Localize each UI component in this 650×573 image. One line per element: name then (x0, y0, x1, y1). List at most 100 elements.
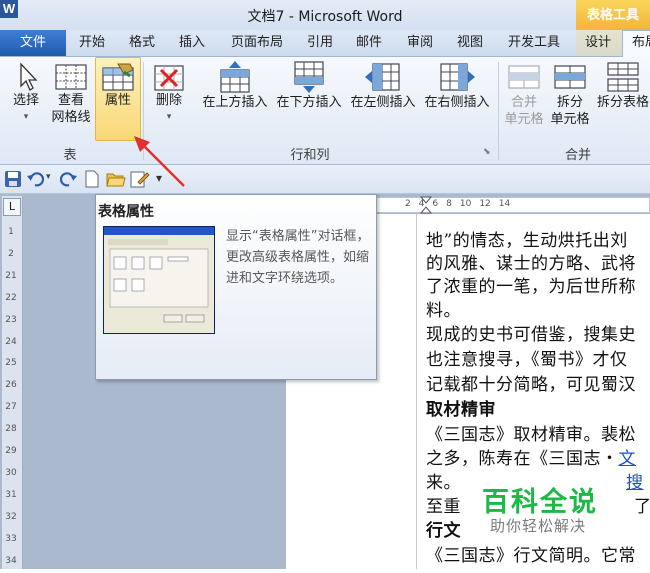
v-ruler-mark: 21 (5, 270, 17, 281)
h-ruler-mark: 2 (404, 199, 411, 209)
dropdown-arrow-icon: ▾ (23, 112, 29, 122)
v-ruler-mark: 2 (8, 248, 14, 259)
tab-file[interactable]: 文件 (0, 30, 66, 56)
gridlines-icon (55, 64, 87, 90)
tab-design[interactable]: 设计 (580, 30, 616, 56)
doc-heading: 行文 (426, 521, 461, 541)
split-cells-label-1: 拆分 (556, 95, 583, 110)
tab-references[interactable]: 引用 (298, 30, 342, 56)
view-gridlines-button[interactable]: 查看 网格线 (46, 60, 96, 126)
h-ruler-mark: 8 (446, 199, 452, 209)
doc-hyperlink[interactable]: 文 (619, 449, 637, 469)
insert-right-button[interactable]: 在右侧插入 (420, 60, 494, 111)
group-label-rows-columns: 行和列 (290, 148, 330, 163)
doc-line: 了浓重的一笔，为后世所称 (426, 277, 636, 297)
doc-line: 之多，陈寿在《三国志・文 (426, 444, 636, 469)
doc-line: 料。 (426, 301, 461, 321)
v-ruler-mark: 24 (5, 336, 17, 347)
v-ruler-mark: 32 (5, 511, 17, 522)
split-table-button[interactable]: 拆分表格 (593, 60, 650, 111)
select-button[interactable]: 选择 ▾ (6, 60, 46, 126)
vertical-ruler-marks: 1 2 21 22 23 24 25 26 27 28 29 30 31 32 … (5, 222, 17, 573)
tab-insert[interactable]: 插入 (172, 30, 212, 56)
tab-view[interactable]: 视图 (448, 30, 492, 56)
doc-line: 现成的史书可借鉴，搜集史 (426, 325, 636, 345)
insert-above-button[interactable]: 在上方插入 (198, 60, 272, 111)
table-properties-dialog-preview (103, 226, 215, 334)
v-ruler-mark: 33 (5, 533, 17, 544)
doc-text: 之多，陈寿在《三国志・ (426, 449, 619, 469)
split-cells-icon (554, 65, 586, 89)
tooltip-description: 显示“表格属性”对话框，更改高级表格属性，如缩进和文字环绕选项。 (226, 229, 370, 286)
insert-row-below-icon (294, 61, 324, 93)
v-ruler-mark: 26 (5, 380, 17, 391)
new-document-icon[interactable] (84, 170, 100, 188)
table-properties-icon (102, 63, 134, 91)
insert-column-left-icon (365, 63, 400, 91)
undo-icon[interactable] (26, 170, 44, 188)
ribbon-group-separator (498, 62, 499, 160)
dialog-preview-image (104, 227, 214, 323)
group-label-merge: 合并 (564, 148, 591, 163)
view-gridlines-label-1: 查看 (57, 93, 84, 108)
red-pointer-arrow-icon (134, 136, 185, 187)
split-cells-label-2: 单元格 (550, 112, 590, 127)
tab-selector[interactable]: L (3, 198, 21, 216)
table-tools-contextual-label: 表格工具 (576, 0, 650, 30)
insert-right-label: 在右侧插入 (424, 95, 490, 110)
tab-review[interactable]: 审阅 (398, 30, 442, 56)
merge-cells-label-2: 单元格 (504, 112, 544, 127)
doc-line: 了 (634, 497, 650, 517)
tab-developer[interactable]: 开发工具 (500, 30, 568, 56)
merge-cells-button[interactable]: 合并 单元格 (502, 60, 546, 128)
split-table-icon (607, 62, 639, 92)
group-label-table: 表 (63, 148, 77, 163)
doc-hyperlink[interactable]: 搜 (626, 468, 644, 493)
insert-left-button[interactable]: 在左侧插入 (346, 60, 420, 111)
cursor-arrow-icon (20, 62, 38, 91)
properties-button[interactable]: 属性 (96, 60, 140, 109)
redo-icon[interactable] (60, 170, 78, 188)
delete-table-icon (154, 65, 184, 91)
v-ruler-mark: 31 (5, 489, 17, 500)
insert-above-label: 在上方插入 (202, 95, 268, 110)
doc-heading: 取材精审 (426, 400, 496, 420)
h-ruler-mark: 14 (498, 199, 511, 209)
dropdown-arrow-icon: ▾ (166, 112, 172, 122)
tab-mailings[interactable]: 邮件 (349, 30, 389, 56)
undo-dropdown-icon[interactable]: ▾ (46, 172, 51, 182)
v-ruler-mark: 25 (5, 358, 17, 369)
delete-button[interactable]: 删除 ▾ (147, 60, 191, 126)
dialog-launcher-icon[interactable]: ⬊ (483, 147, 491, 157)
watermark-slogan: 助你轻松解决 (490, 517, 587, 535)
tab-layout[interactable]: 布局 (630, 30, 650, 56)
indent-marker-icon[interactable] (420, 196, 432, 214)
v-ruler-mark: 29 (5, 446, 17, 457)
h-ruler-mark: 10 (459, 199, 472, 209)
doc-line: 也注意搜寻，《蜀书》才仅 (426, 350, 628, 370)
v-ruler-mark: 28 (5, 424, 17, 435)
v-ruler-mark: 23 (5, 314, 17, 325)
v-ruler-mark: 1 (8, 227, 14, 237)
insert-row-above-icon (220, 61, 250, 93)
doc-line: 《三国志》取材精审。裴松 (426, 425, 636, 445)
tab-page-layout[interactable]: 页面布局 (224, 30, 290, 56)
page-margin-line (416, 214, 417, 569)
watermark-logo-text: 百科全说 (482, 487, 598, 518)
v-ruler-mark: 30 (5, 467, 17, 478)
doc-line: 来。 (426, 473, 461, 493)
doc-line: 记载都十分简略，可见蜀汉 (426, 375, 636, 395)
tab-home[interactable]: 开始 (72, 30, 112, 56)
insert-left-label: 在左侧插入 (350, 95, 416, 110)
doc-line: 的风雅、谋士的方略、武将 (426, 254, 636, 274)
save-icon[interactable] (4, 170, 22, 188)
h-ruler-mark: 12 (479, 199, 491, 209)
insert-below-button[interactable]: 在下方插入 (272, 60, 346, 111)
merge-cells-icon (508, 65, 540, 89)
tooltip-title: 表格属性 (98, 204, 154, 220)
split-cells-button[interactable]: 拆分 单元格 (548, 60, 592, 128)
open-folder-icon[interactable] (106, 170, 126, 188)
tab-format[interactable]: 格式 (122, 30, 162, 56)
v-ruler-mark: 22 (5, 292, 17, 303)
doc-line: 地”的情态，生动烘托出刘 (426, 231, 628, 251)
